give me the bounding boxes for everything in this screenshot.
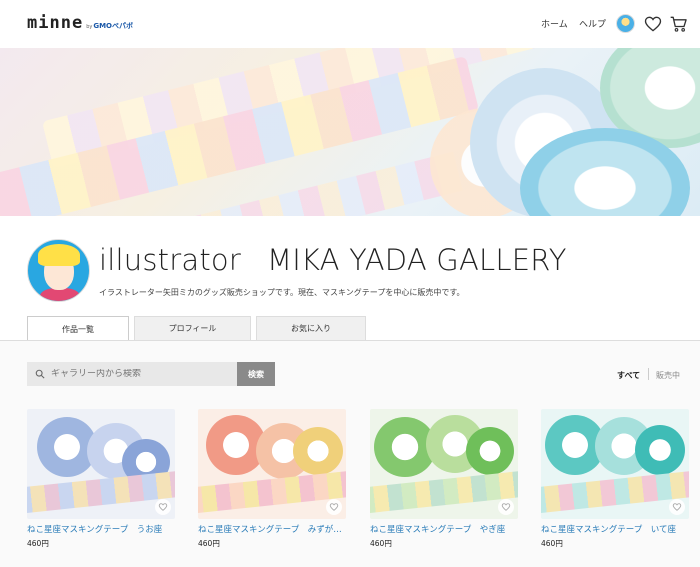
product-title[interactable]: ねこ星座マスキングテープ うお座 [27,523,175,535]
heart-icon [158,503,168,511]
product-title[interactable]: ねこ星座マスキングテープ いて座 [541,523,689,535]
search-input[interactable] [51,369,231,379]
tab-favorites[interactable]: お気に入り [256,316,366,340]
product-card[interactable]: ねこ星座マスキングテープ いて座 460円 [541,409,689,549]
product-image[interactable] [541,409,689,519]
header: minne by GMOペパボ ホーム ヘルプ [0,0,700,48]
product-price: 460円 [370,539,392,548]
tape-roll [293,427,343,475]
product-image[interactable] [27,409,175,519]
user-avatar[interactable] [616,14,635,33]
filter-on-sale[interactable]: 販売中 [656,370,680,381]
favorite-button[interactable] [498,499,514,515]
product-title[interactable]: ねこ星座マスキングテープ みずが… [198,523,346,535]
product-image[interactable] [370,409,518,519]
shop-avatar [27,239,90,302]
shop-banner-image [0,48,700,216]
logo-by-text: by [86,24,93,30]
product-card[interactable]: ねこ星座マスキングテープ みずが… 460円 [198,409,346,549]
product-card[interactable]: ねこ星座マスキングテープ うお座 460円 [27,409,175,549]
shop-title-part1: illustrator [99,243,241,277]
tab-profile[interactable]: プロフィール [134,316,251,340]
favorite-button[interactable] [326,499,342,515]
shop-description: イラストレーター矢田ミカのグッズ販売ショップです。現在、マスキングテープを中心に… [99,288,465,297]
avatar-hair [38,244,80,266]
heart-icon[interactable] [643,14,663,34]
heart-icon [501,503,511,511]
nav-help-link[interactable]: ヘルプ [579,17,606,30]
shop-title-part2: MIKA YADA GALLERY [266,243,567,277]
product-price: 460円 [198,539,220,548]
tape-roll [466,427,514,475]
tape-strip [370,470,518,514]
filter-divider [648,368,649,380]
product-title[interactable]: ねこ星座マスキングテープ やぎ座 [370,523,518,535]
product-image[interactable] [198,409,346,519]
search-icon [35,369,45,379]
filter-all[interactable]: すべて [617,370,640,381]
tape-strip [541,470,689,514]
minne-logo[interactable]: minne by GMOペパボ [27,13,133,33]
avatar-shirt [40,288,80,301]
product-card[interactable]: ねこ星座マスキングテープ やぎ座 460円 [370,409,518,549]
logo-text: minne [27,13,84,33]
search-button[interactable]: 検索 [237,362,275,386]
nav-home-link[interactable]: ホーム [541,17,568,30]
heart-icon [672,503,682,511]
product-price: 460円 [27,539,49,548]
search-box [27,362,237,386]
tab-works[interactable]: 作品一覧 [27,316,129,341]
favorite-button[interactable] [669,499,685,515]
heart-icon [329,503,339,511]
logo-company-text: GMOペパボ [93,22,133,30]
tape-strip [27,470,175,514]
gallery-content: 検索 すべて 販売中 ねこ星座マスキングテープ うお座 460円 ねこ星座マスキ… [0,340,700,567]
cart-icon[interactable] [669,14,689,34]
shop-tabs: 作品一覧 プロフィール お気に入り [27,316,371,341]
product-price: 460円 [541,539,563,548]
shop-title: illustrator MIKA YADA GALLERY [99,243,567,277]
favorite-button[interactable] [155,499,171,515]
tape-roll [635,425,685,475]
